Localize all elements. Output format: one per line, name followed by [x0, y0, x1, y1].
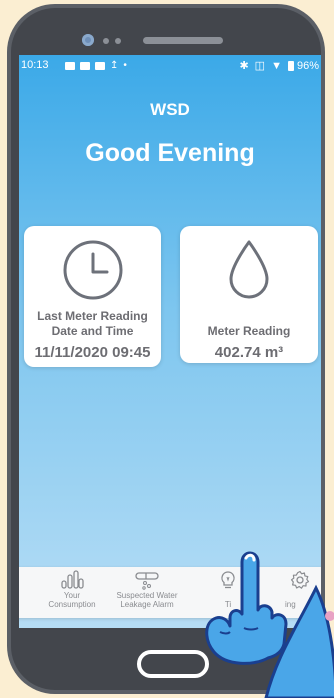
- video-icon: [95, 61, 105, 70]
- sensor-dot: [115, 38, 121, 44]
- status-time: 10:13: [21, 59, 49, 71]
- pipe-leak-icon: [135, 572, 159, 590]
- greeting: Good Evening: [85, 139, 255, 167]
- dot-icon: •: [123, 60, 127, 71]
- nav-leakage-line2: Leakage Alarm: [120, 600, 174, 609]
- notification-icons: ↥ •: [65, 60, 127, 71]
- meter-reading-label: Meter Reading: [207, 324, 291, 338]
- battery-icon: [287, 60, 294, 71]
- sensor-dot: [103, 38, 109, 44]
- upload-icon: ↥: [110, 60, 119, 71]
- last-reading-label-line1: Last Meter Reading: [37, 309, 148, 323]
- last-reading-card[interactable]: Last Meter Reading Date and Time 11/11/2…: [24, 226, 161, 367]
- nav-leakage-line1: Suspected Water: [116, 591, 178, 600]
- meter-reading-card[interactable]: Meter Reading 402.74 m³: [180, 226, 318, 363]
- battery-percent: 96%: [296, 59, 319, 72]
- meter-reading-value: 402.74 m³: [214, 344, 284, 361]
- image-icon: [65, 61, 75, 70]
- front-camera: [82, 34, 94, 46]
- bar-chart-icon: [61, 570, 84, 589]
- last-reading-value: 11/11/2020 09:45: [34, 344, 151, 361]
- earpiece-speaker: [143, 37, 223, 44]
- clock-icon: [63, 240, 123, 300]
- nav-consumption-line2: Consumption: [48, 600, 96, 609]
- app-title: WSD: [150, 100, 190, 119]
- app-screen: 10:13 ↥ • ✱ ◫ ▼ 96% WSD Good Evening Las…: [19, 55, 321, 628]
- nav-leakage-alarm[interactable]: Suspected Water Leakage Alarm: [107, 570, 187, 609]
- status-bar: 10:13 ↥ • ✱ ◫ ▼ 96%: [19, 55, 321, 77]
- vibrate-icon: ◫: [254, 60, 266, 72]
- nav-consumption[interactable]: Your Consumption: [42, 570, 102, 609]
- system-icons: ✱ ◫ ▼ 96%: [239, 59, 319, 73]
- nav-consumption-line1: Your: [63, 591, 81, 600]
- water-drop-icon: [229, 240, 269, 299]
- video-icon: [80, 61, 90, 70]
- wifi-icon: ▼: [271, 59, 282, 72]
- bluetooth-icon: ✱: [239, 60, 249, 72]
- last-reading-label-line2: Date and Time: [51, 324, 134, 338]
- water-drop-mascot: [205, 551, 334, 698]
